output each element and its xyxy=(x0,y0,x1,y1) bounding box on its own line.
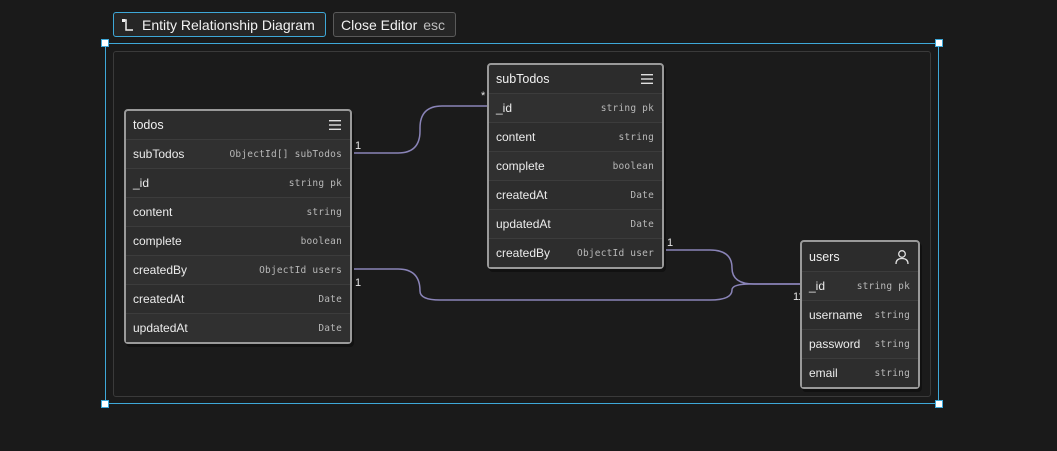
field-type: string xyxy=(306,206,342,218)
entity-relationship-diagram-button[interactable]: Entity Relationship Diagram xyxy=(113,12,326,37)
field-row[interactable]: _id string pk xyxy=(802,271,918,300)
field-row[interactable]: content string xyxy=(126,197,350,226)
field-name: updatedAt xyxy=(133,321,188,335)
field-row[interactable]: username string xyxy=(802,300,918,329)
field-row[interactable]: createdBy ObjectId user xyxy=(489,238,662,267)
menu-icon[interactable] xyxy=(328,119,342,131)
field-type: ObjectId users xyxy=(259,264,342,276)
resize-handle-top-right[interactable] xyxy=(935,39,943,47)
resize-handle-bottom-left[interactable] xyxy=(101,400,109,408)
close-shortcut-hint: esc xyxy=(423,16,446,33)
field-name: password xyxy=(809,337,861,351)
table-header: subTodos xyxy=(489,65,662,93)
field-type: string pk xyxy=(288,177,342,189)
field-row[interactable]: complete boolean xyxy=(489,151,662,180)
field-type: Date xyxy=(318,322,342,334)
field-row[interactable]: complete boolean xyxy=(126,226,350,255)
cardinality-subtodos-todos: * xyxy=(481,90,486,102)
field-name: createdAt xyxy=(133,292,185,306)
close-editor-button[interactable]: Close Editor esc xyxy=(333,12,456,37)
field-row[interactable]: updatedAt Date xyxy=(489,209,662,238)
diagram-button-label: Entity Relationship Diagram xyxy=(142,16,315,33)
menu-icon[interactable] xyxy=(640,73,654,85)
field-name: complete xyxy=(496,159,545,173)
field-name: content xyxy=(133,205,173,219)
field-type: boolean xyxy=(612,160,654,172)
field-type: string xyxy=(874,309,910,321)
field-row[interactable]: email string xyxy=(802,358,918,387)
field-name: createdBy xyxy=(133,263,188,277)
field-row[interactable]: content string xyxy=(489,122,662,151)
field-type: Date xyxy=(630,218,654,230)
table-title: todos xyxy=(133,118,164,132)
table-users[interactable]: users _id string pk username string passwo… xyxy=(800,240,920,389)
field-type: Date xyxy=(318,293,342,305)
field-row[interactable]: _id string pk xyxy=(126,168,350,197)
field-name: subTodos xyxy=(133,147,185,161)
field-row[interactable]: _id string pk xyxy=(489,93,662,122)
cardinality-todos-createdby: 1 xyxy=(355,277,362,289)
table-title: users xyxy=(809,249,840,264)
resize-handle-bottom-right[interactable] xyxy=(935,400,943,408)
field-type: string pk xyxy=(600,102,654,114)
field-type: string pk xyxy=(856,280,910,292)
table-subtodos[interactable]: subTodos _id string pk content string comp… xyxy=(487,63,664,269)
field-name: createdAt xyxy=(496,188,548,202)
cardinality-subtodos-createdby: 1 xyxy=(667,237,674,249)
table-todos[interactable]: todos subTodos ObjectId[] subTodos _id str… xyxy=(124,109,352,344)
table-header: todos xyxy=(126,111,350,139)
field-row[interactable]: createdBy ObjectId users xyxy=(126,255,350,284)
field-type: string xyxy=(618,131,654,143)
field-type: Date xyxy=(630,189,654,201)
user-icon xyxy=(895,249,909,264)
field-name: _id xyxy=(809,279,826,293)
field-name: username xyxy=(809,308,863,322)
table-header: users xyxy=(802,242,918,271)
close-editor-label: Close Editor xyxy=(341,16,418,33)
field-name: email xyxy=(809,366,838,380)
field-type: string xyxy=(874,367,910,379)
field-name: complete xyxy=(133,234,182,248)
table-title: subTodos xyxy=(496,72,550,86)
field-row[interactable]: updatedAt Date xyxy=(126,313,350,342)
field-name: _id xyxy=(133,176,150,190)
field-name: createdBy xyxy=(496,246,551,260)
field-row[interactable]: createdAt Date xyxy=(126,284,350,313)
cardinality-todos-subtodos: 1 xyxy=(355,140,362,152)
field-type: ObjectId user xyxy=(577,247,654,259)
diagram-icon xyxy=(122,18,133,31)
field-type: ObjectId[] subTodos xyxy=(229,148,342,160)
field-name: _id xyxy=(496,101,513,115)
field-type: string xyxy=(874,338,910,350)
resize-handle-top-left[interactable] xyxy=(101,39,109,47)
field-type: boolean xyxy=(300,235,342,247)
field-row[interactable]: password string xyxy=(802,329,918,358)
field-row[interactable]: subTodos ObjectId[] subTodos xyxy=(126,139,350,168)
field-name: content xyxy=(496,130,536,144)
field-name: updatedAt xyxy=(496,217,551,231)
field-row[interactable]: createdAt Date xyxy=(489,180,662,209)
